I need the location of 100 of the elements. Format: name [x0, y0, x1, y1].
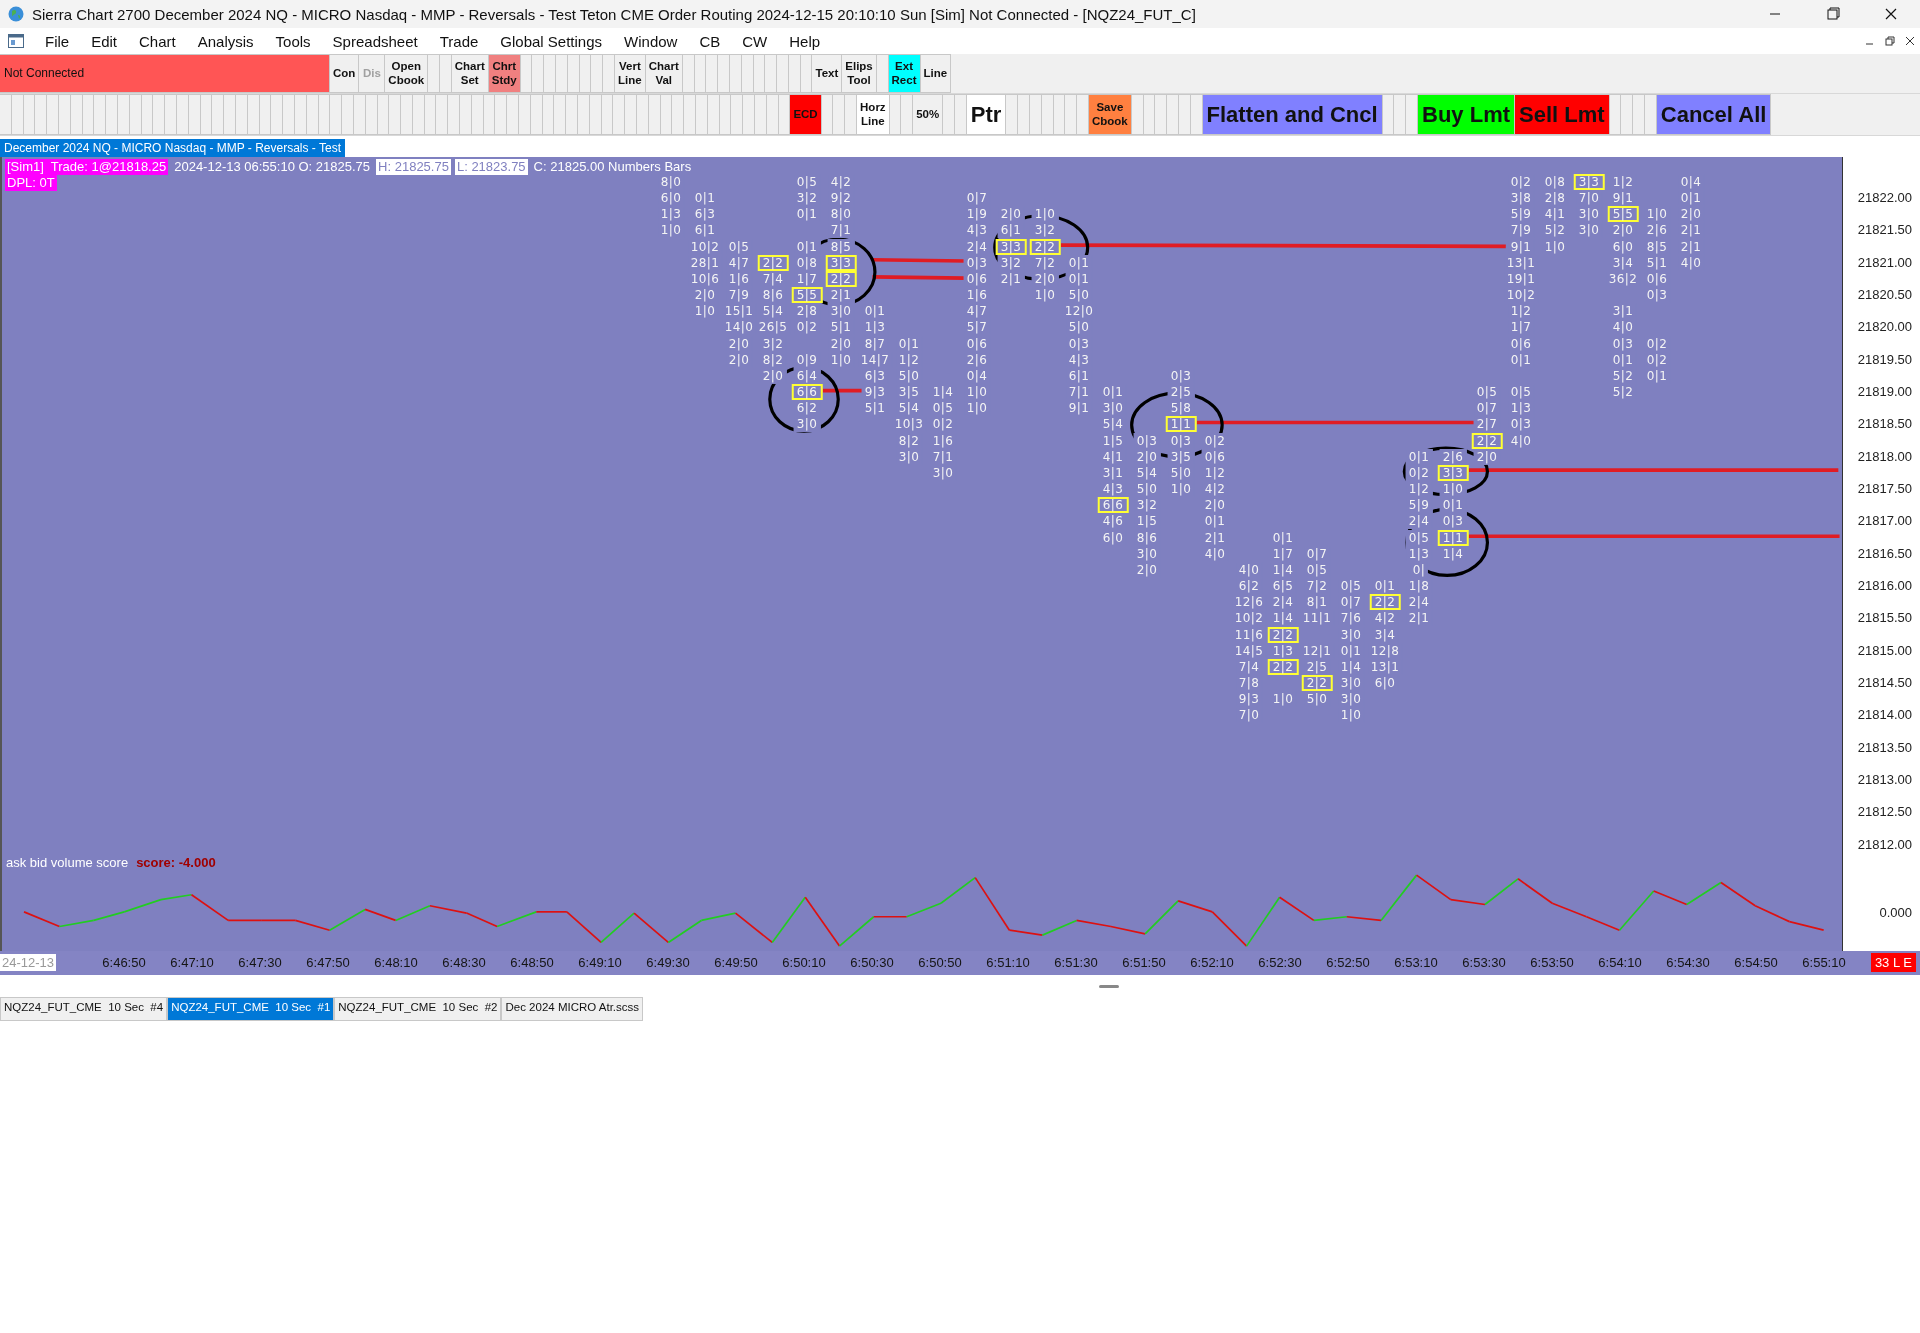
empty-toolbar-button[interactable]: [672, 94, 685, 135]
volume-cell: 2|2: [1267, 626, 1299, 643]
toolbar-button[interactable]: Sell Lmt: [1515, 94, 1610, 135]
toolbar-button[interactable]: Ext Rect: [888, 54, 921, 93]
price-label: 21814.00: [1857, 707, 1912, 724]
empty-toolbar-button[interactable]: [495, 94, 508, 135]
empty-toolbar-button[interactable]: [955, 94, 967, 135]
empty-toolbar-button[interactable]: [106, 94, 118, 135]
empty-toolbar-button[interactable]: [1030, 94, 1042, 135]
toolbar-button[interactable]: Chart Set: [451, 54, 489, 93]
toolbar-button[interactable]: Con: [330, 54, 360, 93]
price-label: 21816.50: [1857, 545, 1912, 562]
empty-toolbar-button[interactable]: [401, 94, 413, 135]
window-icon[interactable]: [8, 34, 24, 48]
volume-cell: 8|5: [827, 238, 855, 255]
chart-tab[interactable]: NQZ24_FUT_CME 10 Sec #2: [334, 997, 502, 1021]
menu-item[interactable]: File: [34, 32, 81, 50]
empty-toolbar-button[interactable]: [1645, 94, 1657, 135]
empty-toolbar-button[interactable]: [637, 94, 649, 135]
toolbar-button[interactable]: Line: [920, 54, 952, 93]
volume-cell: 5|5: [791, 287, 823, 303]
empty-toolbar-button[interactable]: [212, 94, 225, 135]
empty-toolbar-button[interactable]: [283, 94, 295, 135]
volume-cell: 3|0: [827, 303, 855, 320]
empty-toolbar-button[interactable]: [1167, 94, 1179, 135]
menu-item[interactable]: Spreadsheet: [321, 32, 429, 50]
chart-tab[interactable]: NQZ24_FUT_CME 10 Sec #1: [167, 997, 335, 1021]
empty-toolbar-button[interactable]: [1065, 94, 1078, 135]
empty-toolbar-button[interactable]: [224, 94, 236, 135]
empty-toolbar-button[interactable]: [35, 94, 48, 135]
toolbar-button[interactable]: Chart Val: [645, 54, 683, 93]
toolbar-button[interactable]: Save Cbook: [1089, 94, 1132, 135]
toolbar-button[interactable]: Cancel All: [1656, 94, 1772, 135]
splitter-handle[interactable]: [1098, 984, 1119, 988]
connection-status[interactable]: Not Connected: [0, 54, 330, 93]
empty-toolbar-button[interactable]: [1018, 94, 1030, 135]
empty-toolbar-button[interactable]: [0, 94, 12, 135]
empty-toolbar-button[interactable]: [436, 94, 449, 135]
empty-toolbar-button[interactable]: [507, 94, 520, 135]
empty-toolbar-button[interactable]: [1155, 94, 1168, 135]
empty-toolbar-button[interactable]: [1006, 94, 1019, 135]
status-badge: 33 L E: [1870, 953, 1916, 972]
empty-toolbar-button[interactable]: [94, 94, 107, 135]
chart-tab[interactable]: Dec 2024 MICRO Atr.scss: [501, 997, 644, 1021]
volume-cell: 6|6: [1097, 497, 1129, 514]
toolbar-button[interactable]: Horz Line: [857, 94, 890, 135]
empty-toolbar-button[interactable]: [271, 94, 284, 135]
time-label: 6:48:30: [442, 955, 486, 970]
empty-toolbar-button[interactable]: [428, 54, 440, 93]
empty-toolbar-button[interactable]: [833, 94, 846, 135]
toolbar-button[interactable]: Open Cbook: [385, 54, 429, 93]
empty-toolbar-button[interactable]: [1621, 94, 1634, 135]
menu-item[interactable]: Global Settings: [489, 32, 614, 50]
time-label: 6:48:10: [374, 955, 418, 970]
empty-toolbar-button[interactable]: [845, 94, 858, 135]
menu-item[interactable]: Edit: [80, 32, 129, 50]
empty-toolbar-button[interactable]: [1406, 94, 1419, 135]
chart-tab[interactable]: December 2024 NQ - MICRO Nasdaq - MMP - Reversals - Test: [0, 139, 345, 157]
empty-toolbar-button[interactable]: [1633, 94, 1645, 135]
time-label: 6:47:30: [238, 955, 282, 970]
menu-item[interactable]: Window: [613, 32, 689, 50]
empty-toolbar-button[interactable]: [342, 94, 354, 135]
empty-toolbar-button[interactable]: [901, 94, 914, 135]
price-label: 21816.00: [1857, 578, 1912, 595]
empty-toolbar-button[interactable]: [47, 94, 59, 135]
menu-item[interactable]: CB: [688, 32, 732, 50]
empty-toolbar-button[interactable]: [613, 94, 626, 135]
price-label: 21822.00: [1857, 190, 1912, 206]
empty-toolbar-button[interactable]: [1077, 94, 1089, 135]
toolbar-button[interactable]: Buy Lmt: [1418, 94, 1516, 135]
menu-item[interactable]: Analysis: [186, 32, 265, 50]
menu-item[interactable]: Trade: [428, 32, 490, 50]
empty-toolbar-button[interactable]: [460, 94, 472, 135]
empty-toolbar-button[interactable]: [153, 94, 166, 135]
chart-tab[interactable]: NQZ24_FUT_CME 10 Sec #4: [0, 997, 168, 1021]
toolbar-button[interactable]: Text: [812, 54, 843, 93]
price-label: 21813.50: [1857, 739, 1912, 756]
menu-item[interactable]: Tools: [264, 32, 322, 50]
price-label: 21815.50: [1857, 610, 1912, 627]
toolbar-button[interactable]: ECD: [790, 94, 822, 135]
time-label: 6:52:30: [1258, 955, 1302, 970]
empty-toolbar-button[interactable]: [389, 94, 402, 135]
empty-toolbar-button[interactable]: [165, 94, 177, 135]
menu-item[interactable]: CW: [731, 32, 779, 50]
time-label: 6:55:10: [1802, 955, 1846, 970]
empty-toolbar-button[interactable]: [943, 94, 956, 135]
empty-toolbar-button[interactable]: [625, 94, 638, 135]
empty-toolbar-button[interactable]: [1394, 94, 1407, 135]
time-label: 6:50:50: [918, 955, 962, 970]
toolbar-button[interactable]: Elips Tool: [842, 54, 877, 93]
globe-icon: [8, 6, 24, 22]
toolbar-button[interactable]: Vert Line: [615, 54, 646, 93]
empty-toolbar-button[interactable]: [448, 94, 461, 135]
toolbar-button[interactable]: Chrt Stdy: [488, 54, 521, 93]
toolbar-button[interactable]: 50%: [913, 94, 944, 135]
empty-toolbar-button[interactable]: [330, 94, 343, 135]
menu-item[interactable]: Chart: [128, 32, 187, 50]
toolbar-button[interactable]: Ptr: [966, 94, 1007, 135]
menu-item[interactable]: Help: [778, 32, 832, 50]
toolbar-button[interactable]: Flatten and Cncl: [1202, 94, 1383, 135]
